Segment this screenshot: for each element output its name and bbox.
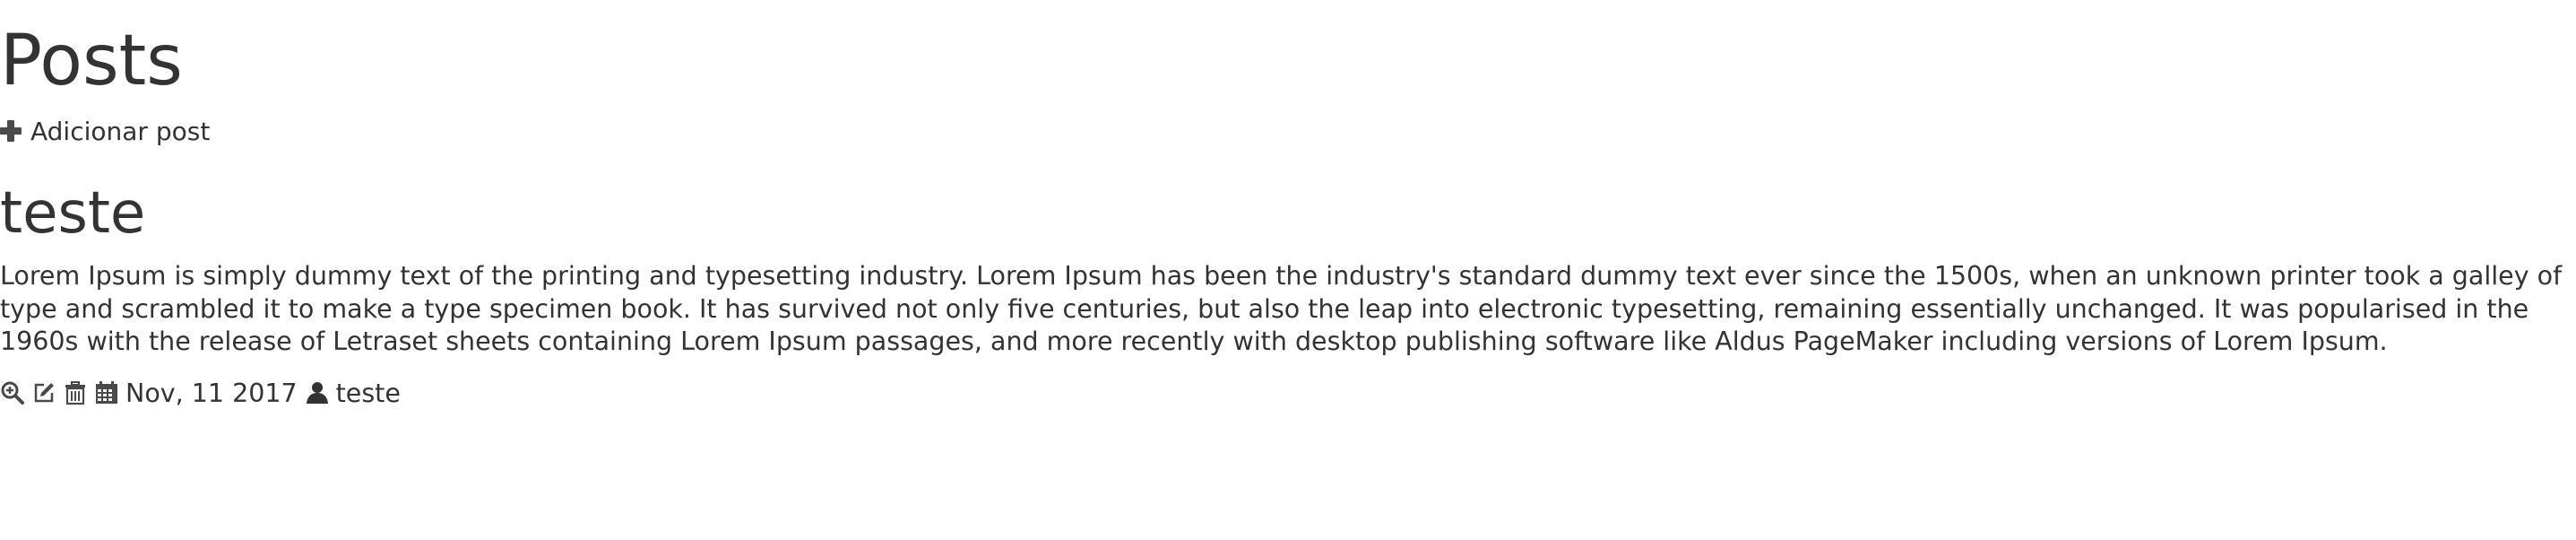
calendar-icon (94, 380, 119, 405)
post-date: Nov, 11 2017 (125, 378, 298, 408)
plus-icon (0, 120, 22, 142)
add-post-label: Adicionar post (30, 116, 211, 146)
post-meta: Nov, 11 2017 teste (0, 375, 408, 411)
post-body: Lorem Ipsum is simply dummy text of the … (0, 261, 2563, 356)
post-title: teste (0, 180, 146, 247)
user-icon (305, 380, 330, 405)
add-post-link[interactable]: Adicionar post (0, 113, 210, 149)
post-author: teste (335, 378, 401, 408)
trash-icon[interactable] (63, 380, 88, 405)
page-title: Posts (0, 21, 183, 101)
zoom-in-icon[interactable] (0, 380, 25, 405)
edit-icon[interactable] (31, 380, 56, 405)
